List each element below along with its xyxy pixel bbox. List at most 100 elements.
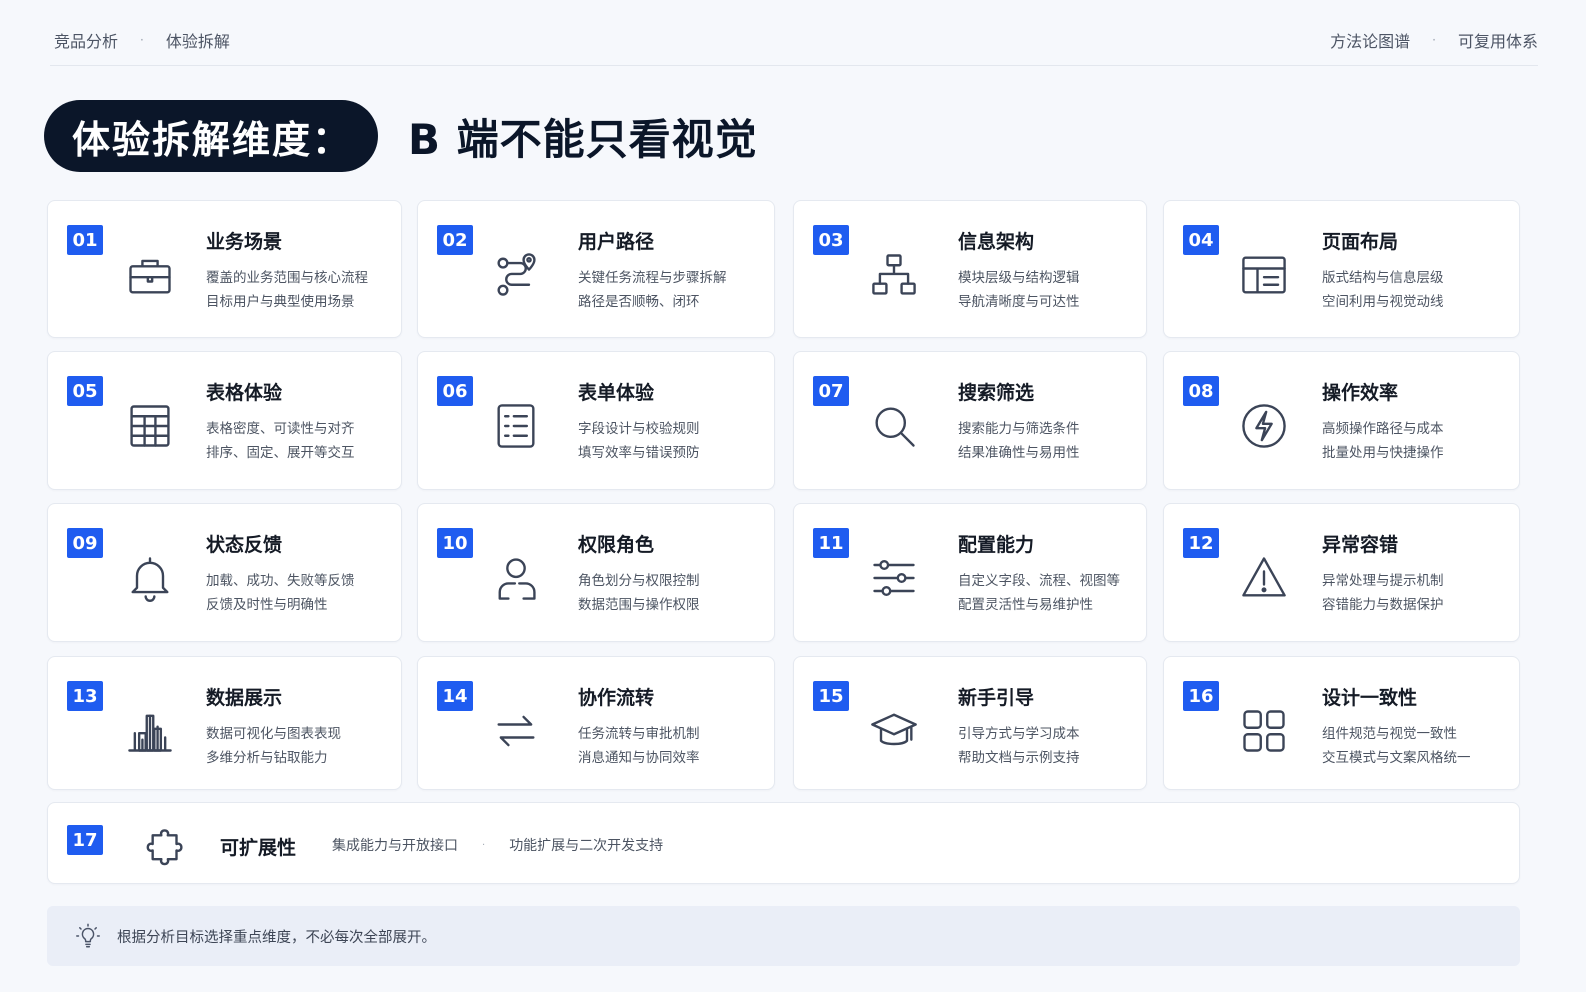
user-icon [488,550,544,606]
dimension-card-11[interactable]: 11 配置能力 自定义字段、流程、视图等 配置灵活性与易维护性 [793,503,1147,642]
dimension-card-15[interactable]: 15 新手引导引导方式与学习成本 帮助文档与示例支持 [793,656,1147,790]
card-title: 表格体验 [206,382,283,404]
dimension-card-04[interactable]: 04 页面布局 版式结构与信息层级 空间利用与视觉动线 [1163,200,1520,338]
card-number-badge: 16 [1183,681,1219,711]
dimension-card-02[interactable]: 02 用户路径 关键任务流程与步骤拆解 路径是否顺畅、闭环 [417,200,775,338]
page-subtitle: B 端不能只看视觉 [408,114,758,164]
header-tag: 可复用体系 [1457,32,1538,51]
dimension-card-01[interactable]: 01 业务场景 覆盖的业务范围与核心流程 目标用户与典型使用场景 [47,200,402,338]
card-number-badge: 07 [813,376,849,406]
card-line: 集成能力与开放接口 [332,838,458,854]
title-pill: 体验拆解维度： [44,100,379,172]
card-description: 集成能力与开放接口 · 功能扩展与二次开发支持 [332,835,663,855]
dimension-card-10[interactable]: 10 权限角色 角色划分与权限控制 数据范围与操作权限 [417,503,775,642]
card-number-badge: 09 [67,528,103,558]
dimension-card-12[interactable]: 12 异常容错 异常处理与提示机制 容错能力与数据保护 [1163,503,1520,642]
breadcrumb-item[interactable]: 体验拆解 [166,28,230,52]
bar-chart-icon [122,703,178,759]
briefcase-icon [122,247,178,303]
card-description-line: 引导方式与学习成本 [958,726,1080,742]
card-title: 状态反馈 [206,534,283,556]
card-number-badge: 12 [1183,528,1219,558]
dimension-card-09[interactable]: 09 状态反馈 加载、成功、失败等反馈 反馈及时性与明确性 [47,503,402,642]
card-number-badge: 06 [437,376,473,406]
card-description-line: 关键任务流程与步骤拆解 [578,270,727,286]
card-description-line: 组件规范与视觉一致性 [1322,726,1457,742]
form-icon [488,398,544,454]
bell-icon [122,550,178,606]
sliders-icon [866,550,922,606]
card-description-line: 目标用户与典型使用场景 [206,294,355,310]
puzzle-icon [142,816,198,872]
table-icon [122,398,178,454]
breadcrumb: 竞品分析 · 体验拆解 [50,28,230,52]
card-description-line: 多维分析与钻取能力 [206,750,328,766]
card-title: 协作流转 [578,687,655,709]
card-number-badge: 17 [67,825,103,855]
card-title: 用户路径 [578,231,655,253]
card-number-badge: 05 [67,376,103,406]
card-title: 新手引导 [958,687,1035,709]
card-title: 表单体验 [578,382,655,404]
dimension-card-14[interactable]: 14 协作流转 任务流转与审批机制 消息通知与协同效率 [417,656,775,790]
tip-text: 根据分析目标选择重点维度，不必每次全部展开。 [117,929,436,946]
card-description-line: 数据范围与操作权限 [578,597,700,613]
card-title: 信息架构 [958,231,1035,253]
card-title: 操作效率 [1322,382,1399,404]
card-number-badge: 11 [813,528,849,558]
breadcrumb-item[interactable]: 竞品分析 [54,28,118,52]
dimension-card-06[interactable]: 06 表单体验字段设计与校验规则 填写效率与错误预防 [417,351,775,490]
card-number-badge: 15 [813,681,849,711]
card-description-line: 自定义字段、流程、视图等 [958,573,1120,589]
grid-icon [1236,703,1292,759]
card-number-badge: 01 [67,225,103,255]
tag-separator: · [1432,33,1436,47]
dimension-card-08[interactable]: 08 操作效率 高频操作路径与成本 批量处用与快捷操作 [1163,351,1520,490]
card-description-line: 加载、成功、失败等反馈 [206,573,355,589]
card-title: 配置能力 [958,534,1035,556]
page-title: 体验拆解维度： B 端不能只看视觉 [44,100,758,172]
card-description-line: 交互模式与文案风格统一 [1322,750,1471,766]
warning-icon [1236,550,1292,606]
card-title: 数据展示 [206,687,283,709]
card-description-line: 版式结构与信息层级 [1322,270,1444,286]
card-title: 权限角色 [578,534,655,556]
dimension-card-16[interactable]: 16 设计一致性 组件规范与视觉一致性 交互模式与文案风格统一 [1163,656,1520,790]
layout-icon [1236,247,1292,303]
card-description-line: 任务流转与审批机制 [578,726,700,742]
card-number-badge: 04 [1183,225,1219,255]
card-number-badge: 03 [813,225,849,255]
lightning-icon [1236,398,1292,454]
dimension-card-17[interactable]: 17 可扩展性 集成能力与开放接口 · 功能扩展与二次开发支持 [47,802,1520,884]
card-description-line: 字段设计与校验规则 [578,421,700,437]
dimension-card-13[interactable]: 13 数据展示数据可视化与图表表现 多维分析与钻取能力 [47,656,402,790]
card-description-line: 填写效率与错误预防 [578,445,700,461]
tip-banner: 根据分析目标选择重点维度，不必每次全部展开。 [47,906,1520,966]
card-description-line: 异常处理与提示机制 [1322,573,1444,589]
graduation-cap-icon [866,703,922,759]
route-icon [488,247,544,303]
card-description-line: 搜索能力与筛选条件 [958,421,1080,437]
card-description-line: 结果准确性与易用性 [958,445,1080,461]
header-tags: 方法论图谱 · 可复用体系 [1330,28,1538,52]
search-icon [866,398,922,454]
card-description-line: 帮助文档与示例支持 [958,750,1080,766]
dimension-card-03[interactable]: 03 信息架构 模块层级与结构逻辑 导航清晰度与可达性 [793,200,1147,338]
card-description-line: 表格密度、可读性与对齐 [206,421,355,437]
card-description-line: 数据可视化与图表表现 [206,726,341,742]
dimension-card-07[interactable]: 07 搜索筛选搜索能力与筛选条件 结果准确性与易用性 [793,351,1147,490]
card-title: 搜索筛选 [958,382,1035,404]
swap-icon [488,703,544,759]
lightbulb-icon [73,921,103,951]
card-description-line: 批量处用与快捷操作 [1322,445,1444,461]
dimension-card-05[interactable]: 05 表格体验表格密度、可读性与对齐 排序、固定、展开等交互 [47,351,402,490]
card-title: 页面布局 [1322,231,1399,253]
card-number-badge: 13 [67,681,103,711]
card-description-line: 覆盖的业务范围与核心流程 [206,270,368,286]
card-number-badge: 02 [437,225,473,255]
card-title: 可扩展性 [220,837,297,859]
header-tag: 方法论图谱 [1330,32,1411,51]
card-description-line: 角色划分与权限控制 [578,573,700,589]
card-description-line: 排序、固定、展开等交互 [206,445,355,461]
desc-separator: · [482,839,486,851]
